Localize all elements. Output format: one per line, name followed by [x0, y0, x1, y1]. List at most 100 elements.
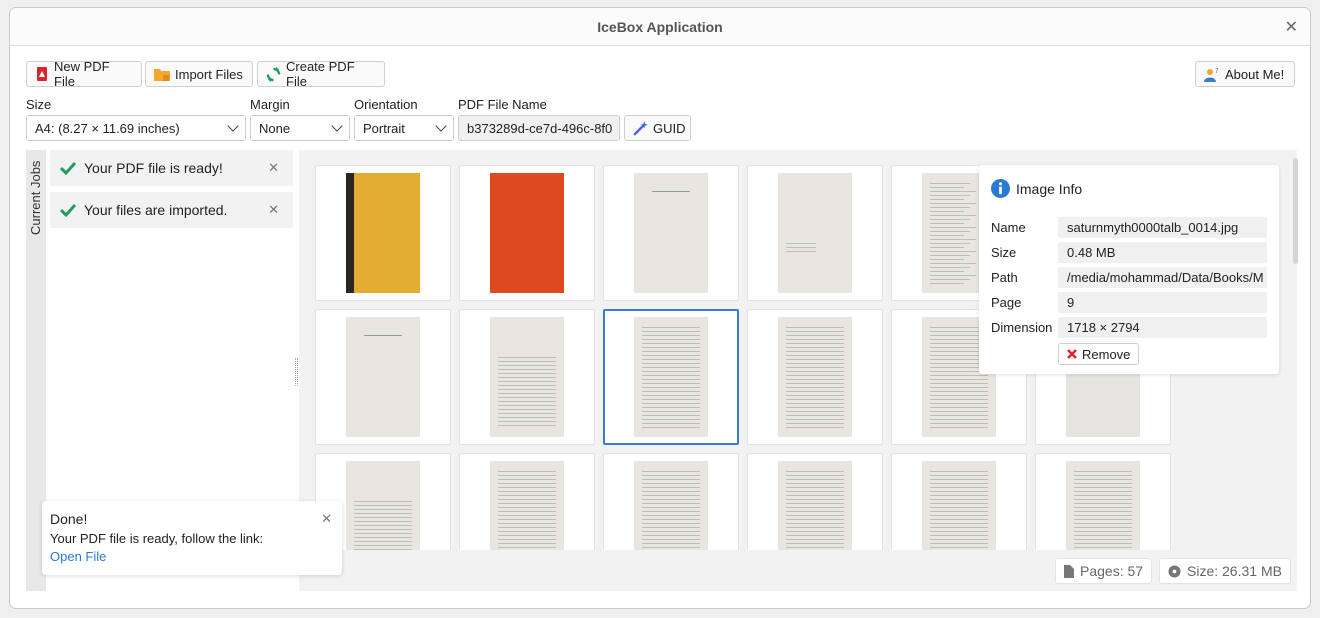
page-preview	[922, 461, 996, 550]
info-label-size: Size	[991, 245, 1017, 260]
import-files-label: Import Files	[175, 66, 243, 82]
size-select[interactable]: A4: (8.27 × 11.69 inches)	[26, 115, 246, 141]
page-preview	[634, 173, 708, 293]
job-text: Your PDF file is ready!	[84, 160, 223, 176]
toast-message: Your PDF file is ready, follow the link:	[50, 531, 264, 546]
job-text: Your files are imported.	[84, 202, 228, 218]
close-icon[interactable]: ✕	[268, 160, 279, 176]
image-thumbnail[interactable]	[603, 165, 739, 301]
size-label: Size	[26, 97, 52, 112]
total-size: Size: 26.31 MB	[1159, 558, 1291, 584]
remove-icon	[1067, 349, 1077, 359]
info-label-path: Path	[991, 270, 1018, 285]
filename-label: PDF File Name	[458, 97, 547, 112]
close-icon[interactable]: ✕	[268, 202, 279, 218]
pages-count: Pages: 57	[1055, 558, 1153, 584]
close-icon[interactable]: ✕	[321, 511, 332, 527]
check-icon	[60, 161, 76, 175]
guid-button[interactable]: GUID	[624, 115, 691, 141]
user-question-icon: ?	[1204, 67, 1219, 82]
filename-value: b373289d-ce7d-496c-8f0	[467, 120, 613, 136]
image-thumbnail[interactable]	[315, 309, 451, 445]
app-window: IceBox Application ✕ New PDF File Import…	[9, 7, 1311, 609]
image-thumbnail[interactable]	[603, 309, 739, 445]
page-preview	[346, 317, 420, 437]
about-label: About Me!	[1225, 66, 1285, 82]
image-thumbnail[interactable]	[459, 309, 595, 445]
image-thumbnail[interactable]	[891, 453, 1027, 550]
svg-text:?: ?	[1215, 67, 1219, 75]
page-preview	[778, 173, 852, 293]
guid-label: GUID	[653, 120, 686, 136]
page-preview	[490, 461, 564, 550]
info-label-name: Name	[991, 220, 1026, 235]
info-value-path: /media/mohammad/Data/Books/M	[1058, 267, 1267, 288]
refresh-icon	[266, 66, 281, 82]
remove-button[interactable]: Remove	[1058, 343, 1140, 365]
info-value-page: 9	[1058, 292, 1267, 313]
image-info-card: Image Info Name saturnmyth0000talb_0014.…	[979, 165, 1279, 374]
page-preview	[634, 461, 708, 550]
job-item: Your PDF file is ready! ✕	[50, 150, 293, 186]
info-label-dimension: Dimension	[991, 320, 1053, 335]
info-icon	[991, 179, 1010, 198]
check-icon	[60, 203, 76, 217]
image-info-header: Image Info	[991, 179, 1082, 198]
chevron-down-icon	[435, 120, 447, 132]
page-preview	[490, 317, 564, 437]
image-thumbnail[interactable]	[747, 453, 883, 550]
import-files-button[interactable]: Import Files	[145, 61, 253, 87]
orientation-select[interactable]: Portrait	[354, 115, 454, 141]
page-preview	[346, 173, 420, 293]
done-toast: Done! Your PDF file is ready, follow the…	[42, 501, 342, 575]
file-icon	[1064, 564, 1074, 578]
page-preview	[1066, 461, 1140, 550]
current-jobs-label: Current Jobs	[28, 160, 43, 235]
job-item: Your files are imported. ✕	[50, 192, 293, 228]
image-info-title: Image Info	[1016, 180, 1083, 197]
chevron-down-icon	[331, 120, 343, 132]
orientation-label: Orientation	[354, 97, 418, 112]
margin-select[interactable]: None	[250, 115, 350, 141]
create-pdf-button[interactable]: Create PDF File	[257, 59, 385, 89]
about-button[interactable]: ? About Me!	[1195, 61, 1295, 87]
page-preview	[346, 461, 420, 550]
image-thumbnail[interactable]	[747, 309, 883, 445]
margin-label: Margin	[250, 97, 290, 112]
pdf-icon	[37, 67, 47, 81]
magic-wand-icon	[633, 120, 648, 135]
pages-count-text: Pages: 57	[1080, 563, 1144, 579]
gallery-scrollbar[interactable]	[1293, 158, 1298, 264]
page-preview	[490, 173, 564, 293]
image-thumbnail[interactable]	[1035, 453, 1171, 550]
open-file-link[interactable]: Open File	[50, 549, 334, 564]
page-preview	[634, 317, 708, 437]
splitter-handle[interactable]	[295, 358, 298, 386]
folder-icon	[154, 69, 170, 81]
image-thumbnail[interactable]	[459, 165, 595, 301]
title-bar: IceBox Application ✕	[10, 8, 1310, 46]
image-thumbnail[interactable]	[459, 453, 595, 550]
window-title: IceBox Application	[597, 19, 723, 35]
info-value-dimension: 1718 × 2794	[1058, 317, 1267, 338]
disk-icon	[1168, 564, 1181, 578]
image-thumbnail[interactable]	[315, 165, 451, 301]
image-thumbnail[interactable]	[603, 453, 739, 550]
info-value-name: saturnmyth0000talb_0014.jpg	[1058, 217, 1267, 238]
info-value-size: 0.48 MB	[1058, 242, 1267, 263]
remove-label: Remove	[1082, 346, 1131, 362]
size-value: A4: (8.27 × 11.69 inches)	[35, 120, 180, 136]
new-pdf-label: New PDF File	[54, 59, 110, 89]
window-close-icon[interactable]: ✕	[1285, 17, 1298, 37]
filename-input[interactable]: b373289d-ce7d-496c-8f0	[458, 115, 620, 141]
toast-title: Done!	[50, 511, 88, 527]
chevron-down-icon	[227, 120, 239, 132]
status-bar: Pages: 57 Size: 26.31 MB	[299, 550, 1297, 591]
total-size-text: Size: 26.31 MB	[1187, 563, 1282, 579]
page-preview	[778, 461, 852, 550]
new-pdf-button[interactable]: New PDF File	[26, 59, 142, 89]
margin-value: None	[259, 120, 291, 136]
info-label-page: Page	[991, 295, 1022, 310]
create-pdf-label: Create PDF File	[286, 59, 355, 89]
image-thumbnail[interactable]	[747, 165, 883, 301]
